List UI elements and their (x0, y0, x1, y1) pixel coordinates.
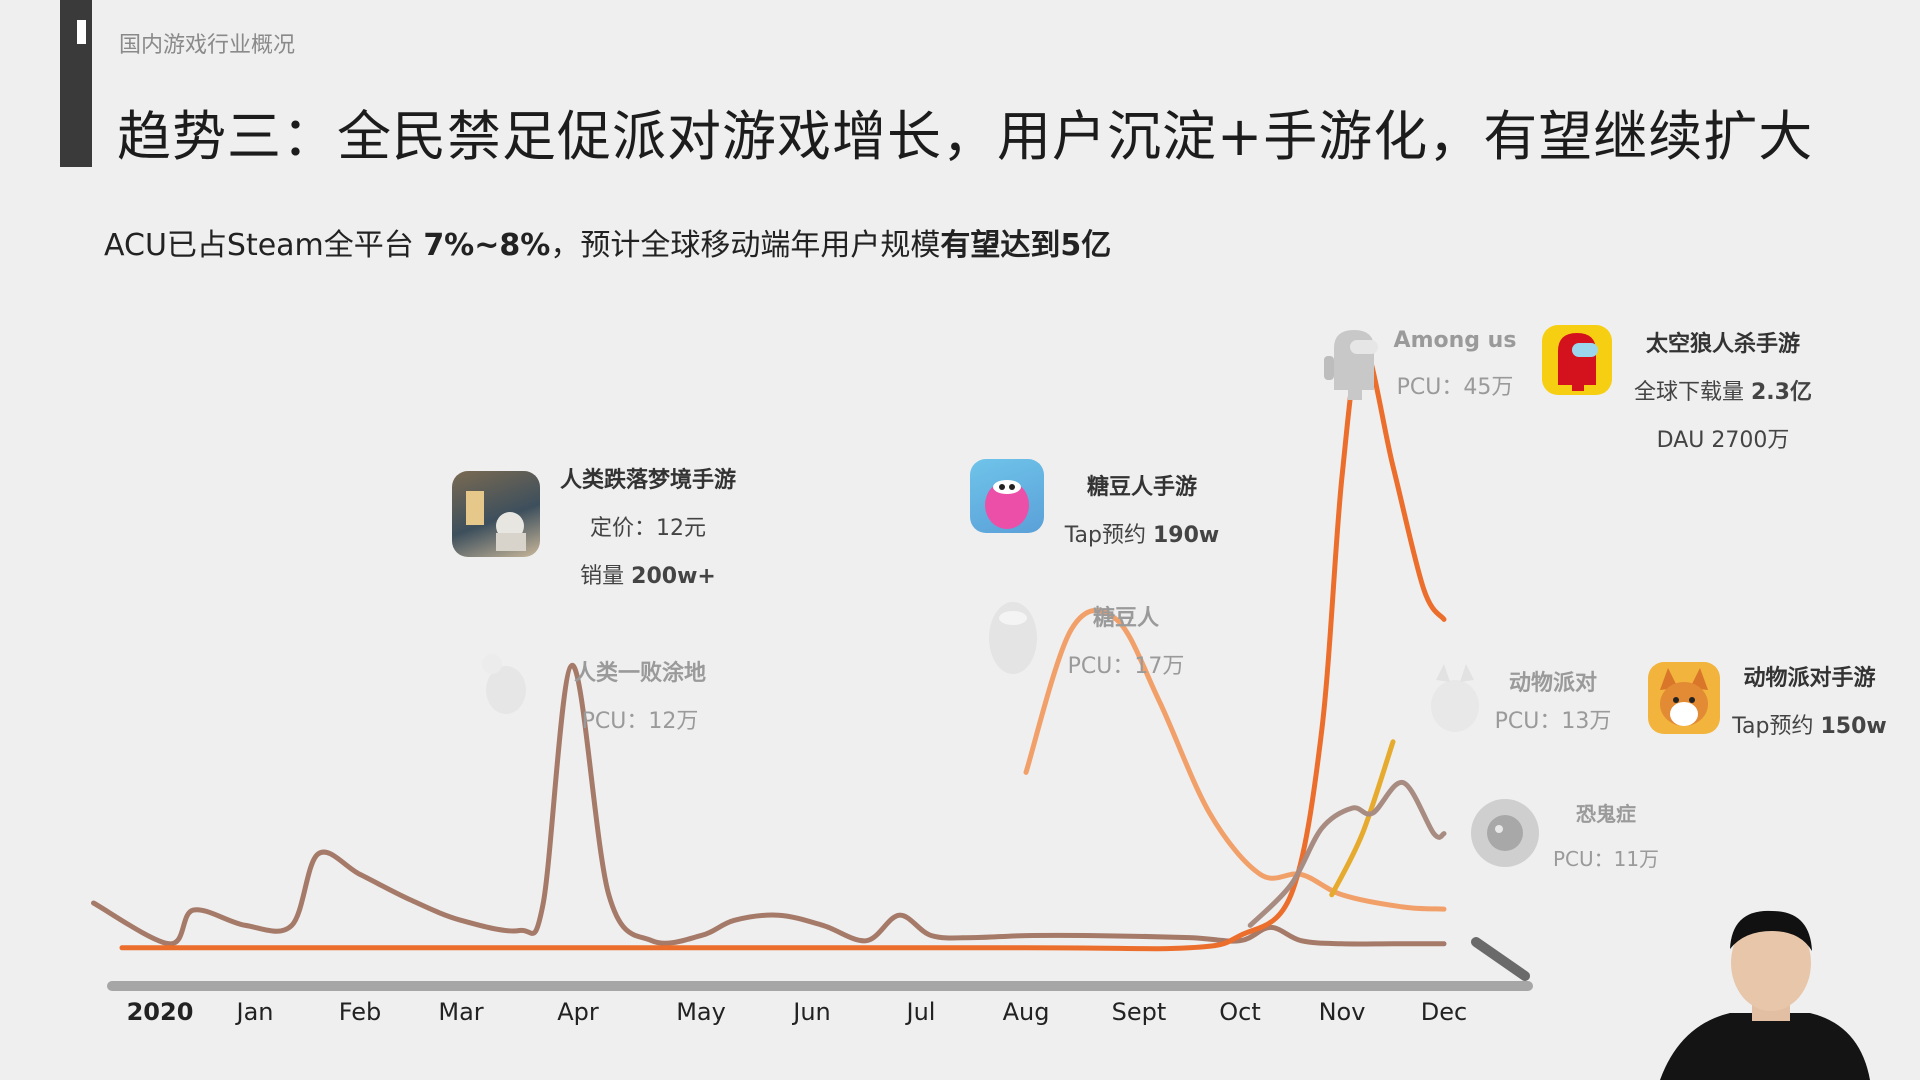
sales-value: 200w+ (631, 564, 716, 589)
human-fall-mobile-app-icon (452, 471, 540, 557)
party-animals-name: 动物派对 (1508, 671, 1597, 696)
annotation-fall-guys-mobile: 糖豆人手游 Tap预约 190w (1052, 469, 1232, 549)
human-fall-pc-pcu: PCU：12万 (581, 709, 699, 734)
annotation-among-us: Among us PCU：45万 (1390, 328, 1520, 401)
series-line-among-us (119, 341, 1447, 952)
fall-guys-mobile-name: 糖豆人手游 (1086, 475, 1197, 500)
among-us-mobile-dau: DAU 2700万 (1656, 428, 1790, 453)
x-tick-label: Jul (906, 998, 936, 1026)
bean-icon (985, 480, 1029, 529)
x-tick-label: Sept (1111, 998, 1167, 1026)
annotation-phasmophobia: 恐鬼症 PCU：11万 (1546, 798, 1666, 872)
x-tick-label: Dec (1420, 998, 1468, 1026)
x-tick-label: Jan (236, 998, 274, 1026)
x-tick-label: Nov (1318, 998, 1366, 1026)
series-line-human-fall-flat (91, 662, 1447, 947)
trend-chart (91, 341, 1533, 991)
tap-prefix: Tap预约 (1064, 523, 1153, 548)
presenter-video (1660, 910, 1870, 1080)
fall-guys-icon (989, 602, 1037, 674)
tap-value: 150w (1820, 714, 1887, 739)
series-line-phasmophobia (1247, 780, 1447, 928)
crewmate-icon (1558, 333, 1598, 391)
human-fall-mobile-sales: 销量 200w+ (548, 558, 748, 590)
sales-prefix: 销量 (580, 564, 632, 589)
among-us-pcu: PCU：45万 (1396, 375, 1514, 400)
x-tick-label: Aug (1002, 998, 1050, 1026)
downloads-value: 2.3亿 (1751, 380, 1812, 405)
annotation-party-animals-mobile: 动物派对手游 Tap预约 150w (1722, 660, 1897, 740)
x-tick-label: Oct (1219, 998, 1261, 1026)
party-animals-icon (1431, 664, 1479, 732)
annotation-human-fall-pc: 人类一败涂地 PCU：12万 (560, 655, 720, 735)
party-animals-pcu: PCU：13万 (1494, 709, 1612, 734)
among-us-mobile-app-icon (1542, 325, 1612, 395)
tap-value: 190w (1153, 523, 1220, 548)
series-line-party-animals (1329, 739, 1396, 898)
party-animals-mobile-tap: Tap预约 150w (1722, 708, 1897, 740)
human-fall-mobile-price: 定价：12元 (590, 516, 706, 541)
phasmophobia-icon (1471, 799, 1539, 867)
party-animals-mobile-name: 动物派对手游 (1743, 666, 1876, 691)
annotation-among-us-mobile: 太空狼人杀手游 全球下载量 2.3亿 DAU 2700万 (1618, 326, 1828, 454)
fall-guys-pc-pcu: PCU：17万 (1067, 654, 1185, 679)
party-animals-mobile-app-icon (1648, 662, 1720, 734)
annotation-fall-guys-pc: 糖豆人 PCU：17万 (1066, 600, 1186, 680)
among-us-mobile-downloads: 全球下载量 2.3亿 (1618, 374, 1828, 406)
annotation-human-fall-mobile: 人类跌落梦境手游 定价：12元 销量 200w+ (548, 462, 748, 590)
among-us-name: Among us (1393, 328, 1517, 353)
corgi-icon (1660, 668, 1708, 726)
x-tick-label: 2020 (126, 998, 194, 1026)
x-tick-label: Apr (557, 998, 599, 1026)
tap-prefix: Tap预约 (1732, 714, 1821, 739)
x-tick-label: Jun (793, 998, 831, 1026)
x-tick-label: Mar (438, 998, 484, 1026)
downloads-prefix: 全球下载量 (1634, 380, 1751, 405)
scene-icon (466, 491, 526, 551)
phasmophobia-pcu: PCU：11万 (1552, 847, 1660, 871)
fall-guys-mobile-tap: Tap预约 190w (1052, 517, 1232, 549)
x-tick-label: Feb (338, 998, 382, 1026)
human-fall-pc-name: 人类一败涂地 (573, 661, 706, 686)
fall-guys-mobile-app-icon (970, 459, 1044, 533)
fall-guys-pc-name: 糖豆人 (1092, 606, 1159, 631)
phasmophobia-name: 恐鬼症 (1576, 802, 1636, 826)
among-us-mobile-name: 太空狼人杀手游 (1645, 332, 1800, 357)
human-fall-mobile-name: 人类跌落梦境手游 (559, 468, 736, 493)
human-fall-flat-icon (482, 654, 526, 714)
annotation-party-animals: 动物派对 PCU：13万 (1488, 665, 1618, 735)
x-tick-label: May (676, 998, 726, 1026)
axis-arrow (1471, 937, 1530, 981)
among-us-icon (1324, 330, 1378, 400)
series-lines (91, 341, 1447, 952)
